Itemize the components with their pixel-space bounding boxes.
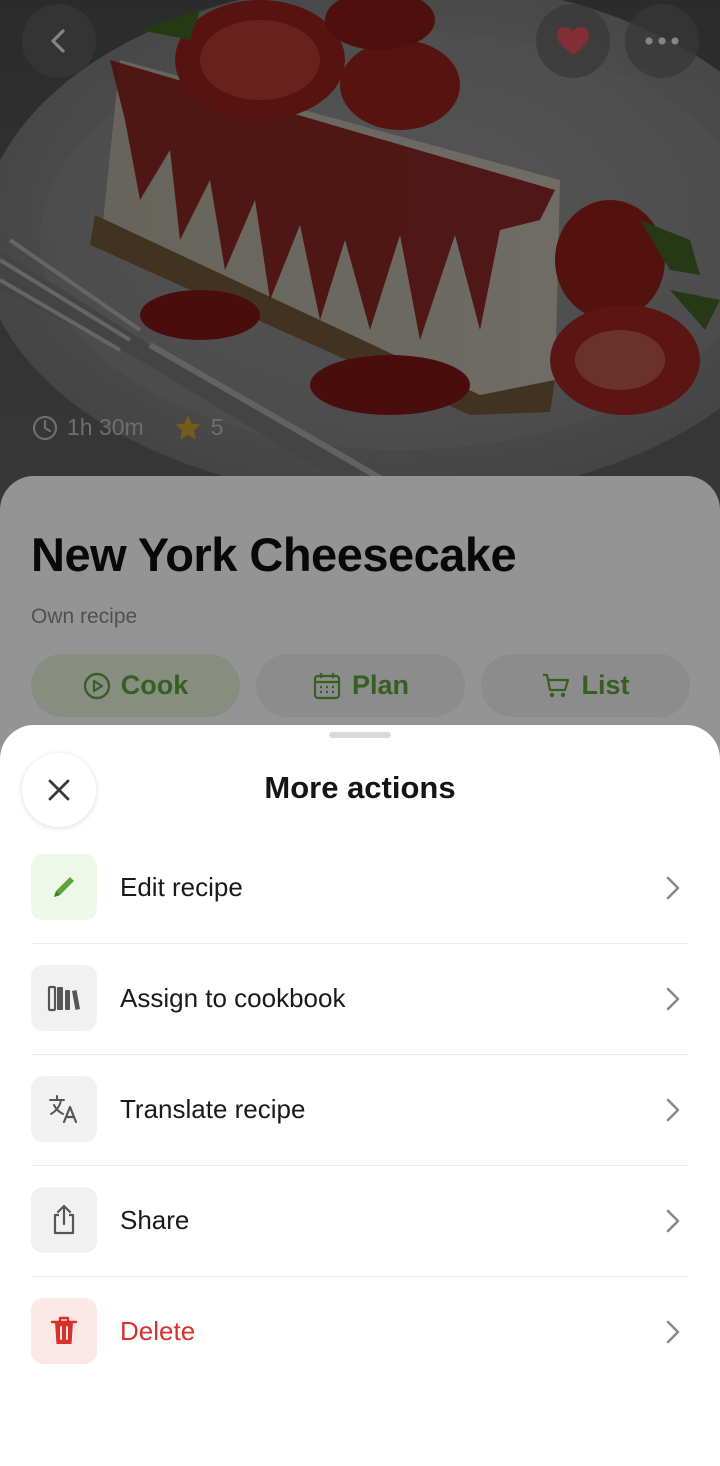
delete-label: Delete xyxy=(120,1316,196,1346)
trash-icon xyxy=(50,1316,78,1344)
chevron-right-icon xyxy=(666,1320,680,1344)
share-icon xyxy=(53,1204,75,1235)
more-actions-sheet: More actions Edit recipe Assign to cookb… xyxy=(0,725,720,1466)
translate-icon xyxy=(49,1095,78,1124)
translate-recipe-label: Translate recipe xyxy=(120,1094,306,1124)
chevron-right-icon xyxy=(666,1209,680,1233)
sheet-title: More actions xyxy=(264,770,456,805)
sheet-grabber[interactable] xyxy=(329,732,391,738)
edit-icon-tile xyxy=(31,854,97,920)
books-icon xyxy=(47,985,80,1012)
delete-row[interactable]: Delete xyxy=(31,1277,689,1387)
assign-cookbook-row[interactable]: Assign to cookbook xyxy=(31,944,689,1055)
share-label: Share xyxy=(120,1205,190,1235)
share-row[interactable]: Share xyxy=(31,1166,689,1277)
share-icon-tile xyxy=(31,1187,97,1253)
translate-recipe-row[interactable]: Translate recipe xyxy=(31,1055,689,1166)
actions-list: Edit recipe Assign to cookbook Translate… xyxy=(31,833,689,1387)
assign-cookbook-label: Assign to cookbook xyxy=(120,983,346,1013)
translate-icon-tile xyxy=(31,1076,97,1142)
chevron-right-icon xyxy=(666,987,680,1011)
edit-recipe-label: Edit recipe xyxy=(120,872,243,902)
chevron-right-icon xyxy=(666,876,680,900)
chevron-right-icon xyxy=(666,1098,680,1122)
delete-icon-tile xyxy=(31,1298,97,1364)
edit-recipe-row[interactable]: Edit recipe xyxy=(31,833,689,944)
pencil-icon xyxy=(54,877,74,897)
cookbook-icon-tile xyxy=(31,965,97,1031)
